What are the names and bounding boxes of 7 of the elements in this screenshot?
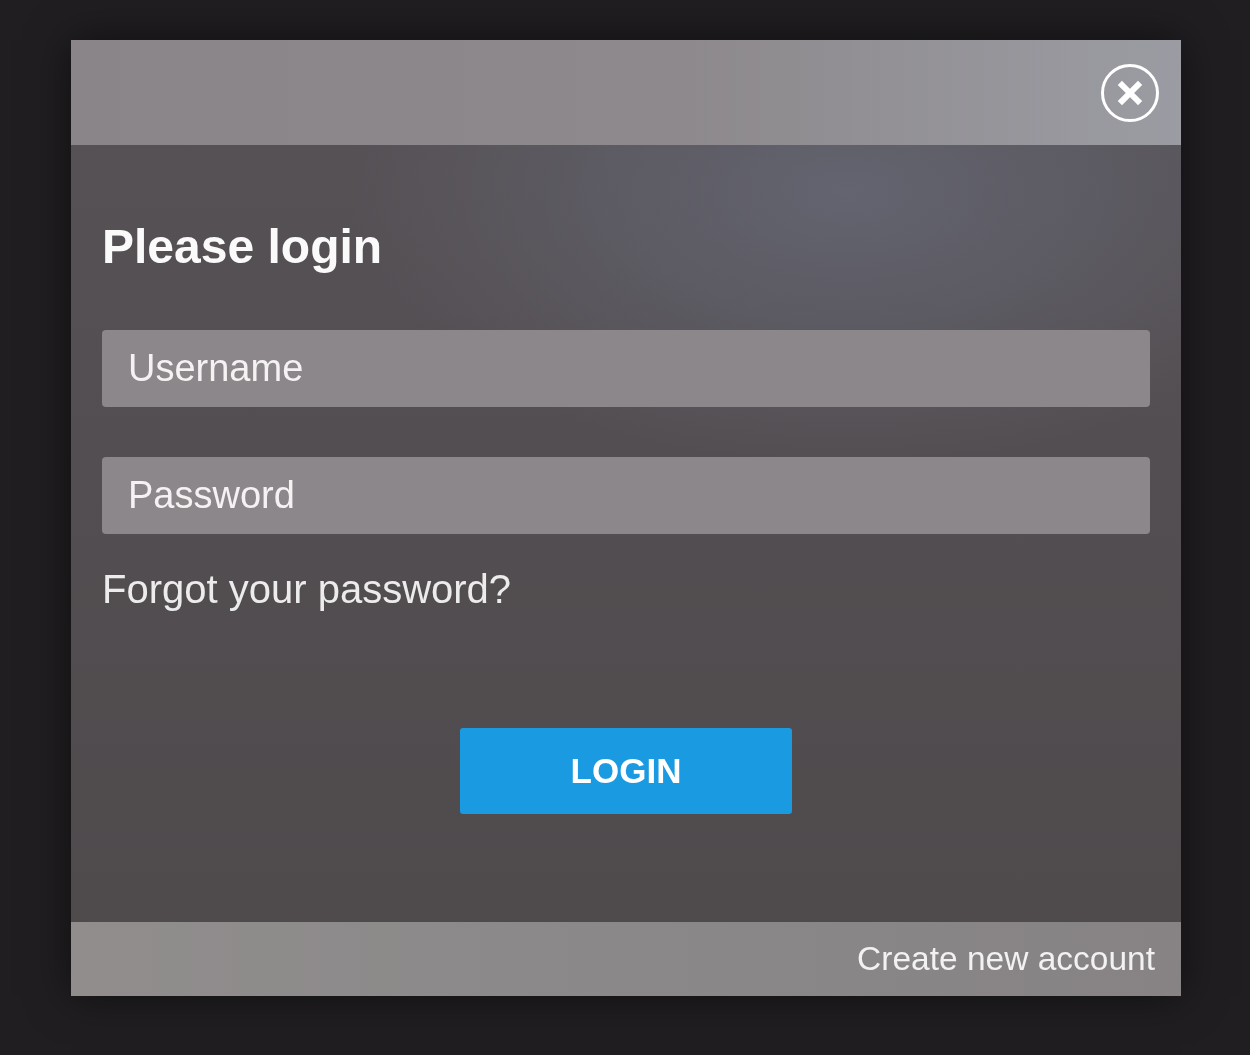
username-field[interactable]: Username (102, 330, 1150, 408)
close-icon[interactable] (1101, 63, 1159, 122)
login-button[interactable]: LOGIN (460, 728, 792, 815)
create-account-link[interactable]: Create new account (857, 933, 1155, 985)
password-field[interactable]: Password (102, 457, 1150, 535)
forgot-password-link[interactable]: Forgot your password? (102, 566, 512, 613)
dialog-title: Please login (102, 219, 384, 275)
